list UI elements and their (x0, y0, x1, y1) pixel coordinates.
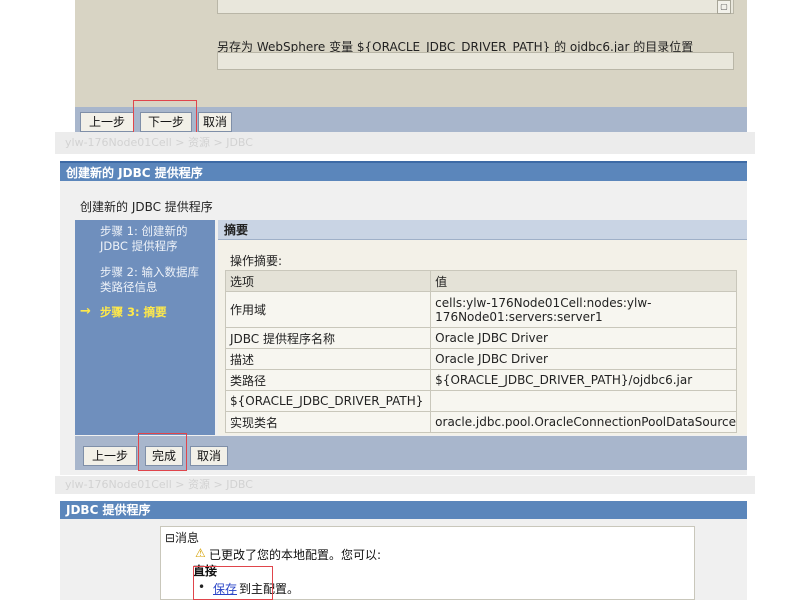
table-row: ${ORACLE_JDBC_DRIVER_PATH} (224, 390, 737, 412)
cell-option: 描述 (224, 348, 432, 370)
column-header-value: 值 (430, 270, 737, 292)
wizard-title: 创建新的 JDBC 提供程序 (60, 161, 747, 181)
summary-table: 选项 值 作用域 cells:ylw-176Node01Cell:nodes:y… (224, 270, 737, 433)
jdbc-providers-title: JDBC 提供程序 (60, 501, 747, 519)
table-row: 描述 Oracle JDBC Driver (224, 348, 737, 370)
cancel-button[interactable]: 取消 (198, 112, 232, 132)
cell-option: ${ORACLE_JDBC_DRIVER_PATH} (224, 390, 432, 412)
cell-option: 作用域 (224, 291, 432, 328)
table-header-row: 选项 值 (224, 270, 737, 292)
cell-value: cells:ylw-176Node01Cell:nodes:ylw-176Nod… (430, 291, 737, 328)
cell-option: 实现类名 (224, 411, 432, 433)
step-1[interactable]: 步骤 1: 创建新的 JDBC 提供程序 (100, 224, 210, 254)
warning-icon: ⚠ (195, 546, 206, 560)
summary-title: 摘要 (218, 220, 747, 240)
cell-value: ${ORACLE_JDBC_DRIVER_PATH}/ojdbc6.jar (430, 369, 737, 391)
cell-value (430, 390, 737, 412)
operation-summary-label: 操作摘要: (230, 254, 283, 268)
cell-option: JDBC 提供程序名称 (224, 327, 432, 349)
column-header-option: 选项 (224, 270, 432, 292)
classpath-textarea[interactable] (217, 0, 734, 14)
previous-button[interactable]: 上一步 (80, 112, 134, 132)
textarea-resize-icon[interactable]: ▢ (717, 0, 731, 14)
cell-option: 类路径 (224, 369, 432, 391)
table-row: 实现类名 oracle.jdbc.pool.OracleConnectionPo… (224, 411, 737, 433)
faded-breadcrumb: ylw-176Node01Cell > 资源 > JDBC (55, 476, 755, 494)
driver-path-input[interactable] (217, 52, 734, 70)
faded-breadcrumb: ylw-176Node01Cell > 资源 > JDBC (55, 132, 755, 154)
current-step-arrow-icon: → (80, 304, 91, 319)
step-3: 步骤 3: 摘要 (100, 305, 167, 319)
wizard-heading: 创建新的 JDBC 提供程序 (80, 200, 213, 214)
save-highlight (193, 566, 273, 600)
finish-highlight (138, 433, 187, 471)
cell-value: Oracle JDBC Driver (430, 348, 737, 370)
table-row: JDBC 提供程序名称 Oracle JDBC Driver (224, 327, 737, 349)
cell-value: Oracle JDBC Driver (430, 327, 737, 349)
table-row: 类路径 ${ORACLE_JDBC_DRIVER_PATH}/ojdbc6.ja… (224, 369, 737, 391)
next-highlight (133, 100, 197, 133)
cell-value: oracle.jdbc.pool.OracleConnectionPoolDat… (430, 411, 737, 433)
message-text: 已更改了您的本地配置。您可以: (209, 548, 382, 562)
cancel-button[interactable]: 取消 (190, 446, 228, 466)
previous-button[interactable]: 上一步 (83, 446, 137, 466)
messages-toggle[interactable]: ⊟消息 (165, 529, 199, 546)
step-2[interactable]: 步骤 2: 输入数据库类路径信息 (100, 265, 210, 295)
table-row: 作用域 cells:ylw-176Node01Cell:nodes:ylw-17… (224, 291, 737, 328)
